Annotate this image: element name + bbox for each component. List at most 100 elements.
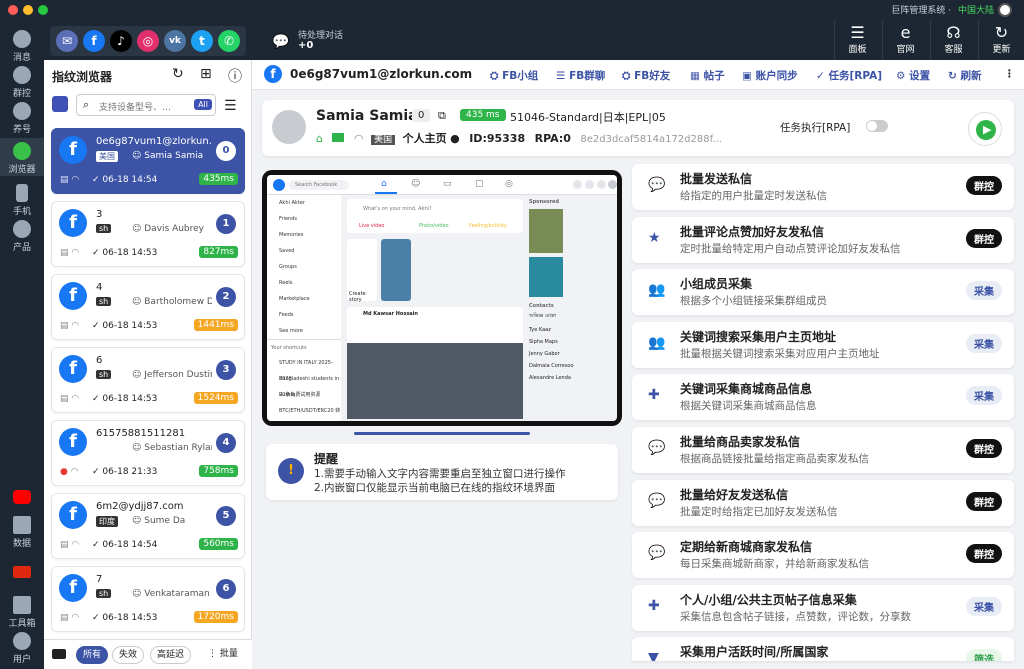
feature-icon: 💬: [648, 177, 666, 193]
ie-icon: e: [900, 23, 911, 42]
feature-action-button[interactable]: 群控: [966, 439, 1002, 458]
feature-action-button[interactable]: 群控: [966, 176, 1002, 195]
account-date: ✓ 06-18 14:53: [92, 321, 158, 331]
facebook-platform-icon[interactable]: f: [83, 30, 105, 52]
search-placeholder: 支持设备型号、…: [99, 103, 172, 113]
phone-icon: [16, 184, 28, 202]
tag-icon[interactable]: [52, 649, 66, 659]
grid-view-icon[interactable]: [52, 96, 68, 112]
sidebar-item-browser[interactable]: 浏览器: [0, 138, 44, 176]
info-icon[interactable]: ⓘ: [228, 66, 242, 86]
menu-item: Memories: [279, 232, 304, 238]
feature-card: 💬 批量发送私信 给指定的用户批量定时发送私信 群控: [632, 164, 1014, 210]
filter-all-button[interactable]: 所有: [76, 646, 109, 664]
menu-item: Feeds: [279, 312, 294, 318]
ad-image: [529, 257, 563, 297]
stories-row: Create story: [347, 239, 523, 307]
feature-action-button[interactable]: 群控: [966, 491, 1002, 511]
account-index: 5: [216, 506, 236, 526]
copy-icon[interactable]: ⧉: [438, 109, 446, 123]
feature-description: 根据多个小组链接采集群组成员: [680, 295, 827, 308]
account-card[interactable]: f 6 sh ☺ Jefferson Dustin 3 ▤ ◠ ✓ 06-18 14:53 1…: [51, 347, 245, 413]
batch-button[interactable]: ⋮ 批量: [202, 646, 244, 664]
mail-platform-icon[interactable]: ✉: [56, 30, 78, 52]
account-sync-link[interactable]: ▣ 账户同步: [742, 68, 798, 83]
account-card[interactable]: f 61575881511281 ☺ Sebastian Rylan 4 ● ◠ ✓ 06…: [51, 420, 245, 486]
feature-description: 每日采集商城新商家，并给新商家发私信: [680, 558, 869, 571]
refresh-link[interactable]: ↻ 刷新: [948, 68, 981, 83]
menu-item: Reels: [279, 280, 293, 286]
home-tab-icon: ⌂: [381, 179, 387, 189]
rpa-task-link[interactable]: ✓ 任务[RPA]: [816, 68, 882, 83]
feature-icon: ▼: [648, 650, 659, 662]
account-card[interactable]: f 6m2@ydjj87.com 印度 ☺ Sume Da 5 ▤ ◠ ✓ 06-18 14…: [51, 493, 245, 559]
settings-link[interactable]: ⚙ 设置: [896, 68, 930, 83]
sidebar-item-nurture[interactable]: 养号: [0, 102, 44, 135]
feature-action-button[interactable]: 群控: [966, 544, 1002, 564]
refresh-icon[interactable]: ↻: [172, 66, 184, 82]
more-icon[interactable]: ⋮: [1004, 68, 1015, 80]
support-button[interactable]: ☊ 客服: [930, 20, 976, 60]
account-card[interactable]: f 0e6g87vum1@zlorkun.... 美国 ☺ Samia Samia 0 ▤…: [51, 128, 245, 194]
fb-group-chat-link[interactable]: ☰ FB群聊: [556, 68, 605, 83]
fb-friends-link[interactable]: ⛭ FB好友: [622, 68, 670, 83]
tip-card: 提醒 1.需要手动输入文字内容需要重启至独立窗口进行操作 2.内嵌窗口仅能显示当…: [266, 444, 618, 500]
posts-link[interactable]: ▦ 帖子: [690, 68, 725, 83]
region-label: 中国大陆: [957, 6, 994, 16]
feature-action-button[interactable]: 采集: [966, 333, 1002, 353]
feature-action-button[interactable]: 采集: [966, 281, 1002, 301]
sidebar-item-phone[interactable]: 手机: [0, 184, 44, 217]
account-card[interactable]: f7 sh ☺ Venkataraman ... 6 ▤ ◠ ✓ 06-18 14:53 1…: [51, 566, 245, 632]
start-button[interactable]: ▶: [968, 112, 1002, 146]
menu-item: See more: [279, 328, 303, 334]
sort-icon[interactable]: ☰: [224, 98, 237, 114]
search-icon: ⌕: [83, 98, 90, 111]
maximize-window-button[interactable]: [38, 5, 48, 15]
sidebar-item-youtube[interactable]: [0, 490, 44, 506]
shortcut-item: 20条免费试用资源: [279, 392, 321, 398]
tiktok-platform-icon[interactable]: ♪: [110, 30, 132, 52]
facebook-logo-icon: [273, 179, 285, 191]
sidebar-item-language[interactable]: [0, 566, 44, 580]
account-date: ✓ 06-18 21:33: [92, 467, 158, 477]
app-title: 巨阵管理系统 · 中国大陆: [891, 6, 994, 16]
feature-action-button[interactable]: 采集: [966, 596, 1002, 616]
rpa-task-toggle[interactable]: [866, 120, 888, 132]
close-window-button[interactable]: [8, 5, 18, 15]
minimize-window-button[interactable]: [23, 5, 33, 15]
user-avatar-icon: [13, 632, 31, 650]
whatsapp-platform-icon[interactable]: ✆: [218, 30, 240, 52]
account-card[interactable]: f 3 sh ☺ Davis Aubrey 1 ▤ ◠ ✓ 06-18 14:53 827ms: [51, 201, 245, 267]
status-icons: ▤ ◠: [60, 613, 80, 623]
feature-action-button[interactable]: 筛选: [966, 649, 1002, 662]
theme-toggle[interactable]: [998, 3, 1012, 17]
home-page-link[interactable]: 个人主页: [403, 132, 447, 145]
rpa-count: RPA:0: [534, 132, 571, 145]
update-button[interactable]: ↻ 更新: [978, 20, 1024, 60]
feature-title: 批量给好友发送私信: [680, 487, 789, 502]
preview-scrollbar[interactable]: [354, 432, 530, 435]
menu-item: Akhi Akter: [279, 200, 305, 206]
fb-groups-link[interactable]: ⛭ FB小组: [490, 68, 538, 83]
sidebar-item-products[interactable]: 产品: [0, 220, 44, 253]
facebook-preview-screen[interactable]: Search Facebook ⌂ ☺ ▭ ▢ ◎ Akhi Akter Fri…: [267, 175, 617, 421]
instagram-platform-icon[interactable]: ◎: [137, 30, 159, 52]
sidebar-item-data[interactable]: 数据: [0, 516, 44, 549]
sidebar-item-user[interactable]: 用户: [0, 632, 44, 665]
account-card[interactable]: f4 sh ☺ Bartholomew D... 2 ▤ ◠ ✓ 06-18 14:53 1…: [51, 274, 245, 340]
vk-platform-icon[interactable]: vk: [164, 30, 186, 52]
feature-description: 根据关键词采集商城商品信息: [680, 400, 817, 413]
sidebar-item-messages[interactable]: 消息: [0, 30, 44, 63]
search-input[interactable]: ⌕ 支持设备型号、… All: [76, 94, 216, 116]
add-icon[interactable]: ⊞: [200, 66, 212, 82]
feature-action-button[interactable]: 群控: [966, 228, 1002, 248]
website-button[interactable]: e 官网: [882, 20, 928, 60]
sidebar-item-toolbox[interactable]: 工具箱: [0, 596, 44, 629]
filter-invalid-button[interactable]: 失效: [112, 646, 145, 664]
twitter-platform-icon[interactable]: t: [191, 30, 213, 52]
sidebar-item-group-control[interactable]: 群控: [0, 66, 44, 99]
feature-action-button[interactable]: 采集: [966, 386, 1002, 406]
filter-high-latency-button[interactable]: 高延迟: [150, 646, 192, 664]
all-filter-badge[interactable]: All: [194, 99, 212, 110]
panel-button[interactable]: ☰ 面板: [834, 20, 880, 60]
